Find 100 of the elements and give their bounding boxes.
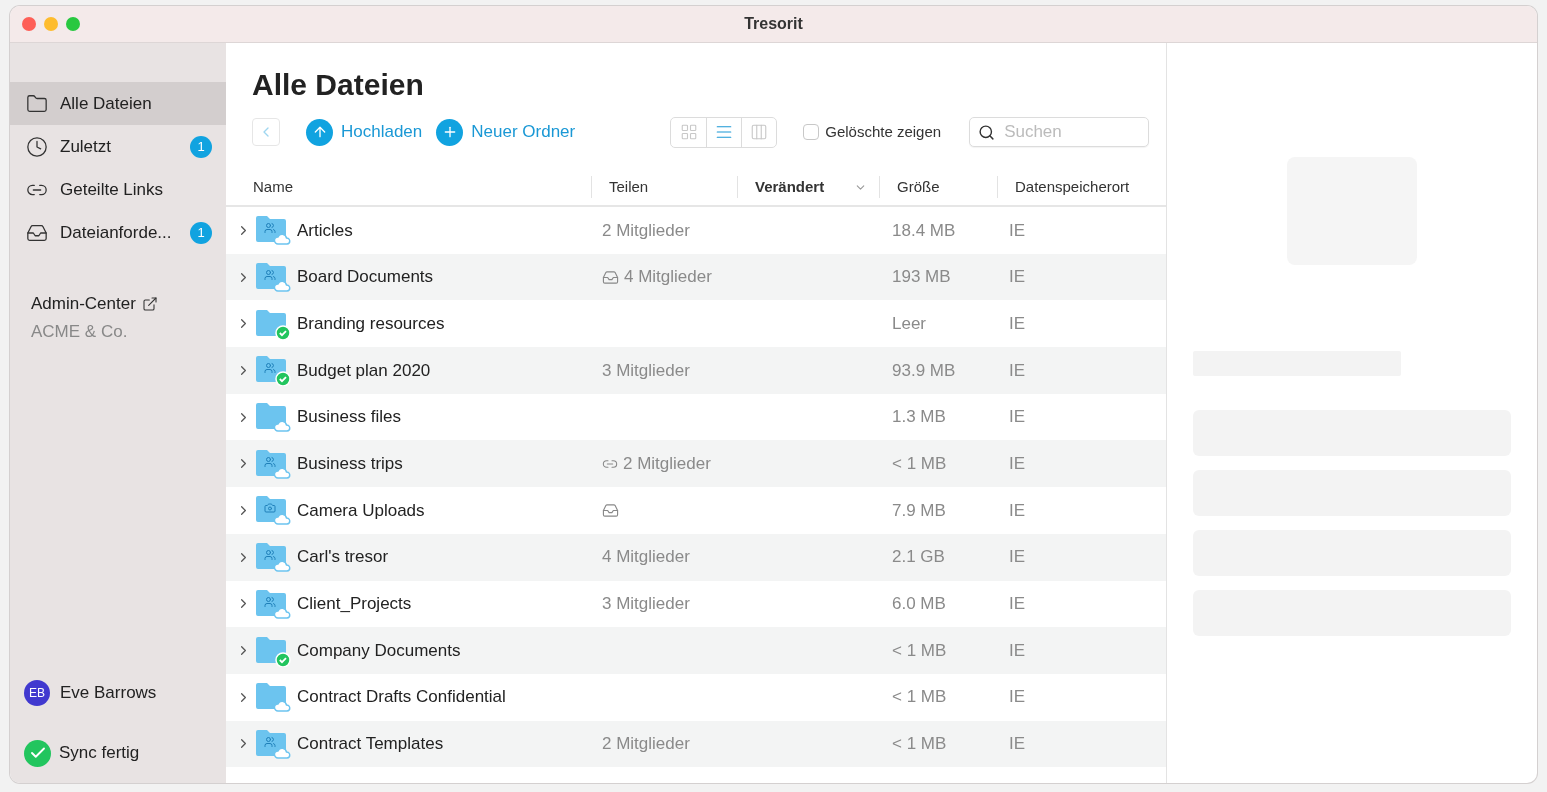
share-cell-text: 3 Mitglieder bbox=[602, 593, 690, 616]
sidebar-label: Geteilte Links bbox=[60, 178, 164, 201]
table-row[interactable]: Business trips 2 Mitglieder < 1 MB IE bbox=[226, 440, 1166, 488]
folder-name: Business trips bbox=[297, 453, 403, 476]
location-cell-text: IE bbox=[1008, 593, 1027, 616]
folder-icon bbox=[255, 634, 291, 667]
share-cell-text: 4 Mitglieder bbox=[624, 266, 712, 289]
size-cell-text: 1.3 MB bbox=[891, 406, 947, 429]
size-cell-text: 2.1 GB bbox=[891, 546, 946, 569]
folder-icon bbox=[255, 681, 291, 714]
size-cell-text: < 1 MB bbox=[891, 686, 948, 709]
admin-center-link[interactable]: Admin-Center bbox=[31, 291, 136, 317]
share-cell-text: 3 Mitglieder bbox=[602, 359, 690, 382]
arrow-up-icon bbox=[306, 118, 333, 146]
sidebar-label: Dateianforde... bbox=[60, 221, 173, 244]
column-header[interactable]: Name bbox=[253, 175, 293, 199]
folder-icon bbox=[255, 541, 291, 574]
folder-name: Articles bbox=[297, 219, 353, 242]
close-button[interactable] bbox=[22, 17, 36, 31]
share-cell-text: 2 Mitglieder bbox=[623, 453, 711, 476]
location-cell-text: IE bbox=[1008, 359, 1027, 382]
plus-icon bbox=[436, 118, 464, 146]
folder-icon bbox=[255, 447, 291, 480]
location-cell-text: IE bbox=[1008, 406, 1027, 429]
location-cell-text: IE bbox=[1008, 219, 1027, 242]
folder-name: Branding resources bbox=[297, 312, 445, 335]
sync-status: Sync fertig bbox=[59, 742, 140, 765]
table-row[interactable]: Contract Templates 2 Mitglieder < 1 MB IE bbox=[226, 720, 1166, 768]
checkbox-label: Gelöschte zeigen bbox=[825, 121, 942, 142]
size-cell-text: < 1 MB bbox=[891, 733, 948, 756]
folder-name: Client_Projects bbox=[297, 593, 412, 616]
grid-view-icon bbox=[679, 123, 698, 141]
window-title: Tresorit bbox=[744, 14, 803, 34]
folder-name: Business files bbox=[297, 406, 401, 429]
back-button[interactable] bbox=[252, 118, 280, 146]
external-link-icon bbox=[141, 295, 158, 312]
location-cell-text: IE bbox=[1008, 312, 1027, 335]
search-field[interactable]: Suchen bbox=[969, 117, 1150, 147]
folder-icon bbox=[26, 92, 48, 115]
size-cell-text: Leer bbox=[891, 312, 928, 335]
search-icon bbox=[978, 124, 996, 141]
column-header[interactable]: Größe bbox=[897, 175, 940, 199]
checkbox[interactable] bbox=[803, 124, 820, 140]
sidebar-item[interactable]: Dateianforde... 1 bbox=[10, 211, 226, 254]
folder-icon bbox=[255, 494, 291, 527]
size-cell-text: 6.0 MB bbox=[891, 593, 947, 616]
table-row[interactable]: Board Documents 4 Mitglieder 193 MB IE bbox=[226, 253, 1166, 301]
count-badge: 1 bbox=[190, 135, 212, 158]
size-cell-text: 7.9 MB bbox=[891, 499, 947, 522]
count-badge: 1 bbox=[190, 221, 212, 244]
inbox-icon bbox=[602, 268, 619, 286]
column-header[interactable]: Datenspeicherort bbox=[1015, 175, 1130, 199]
user-avatar: EB bbox=[24, 680, 50, 706]
maximize-button[interactable] bbox=[66, 17, 80, 31]
size-cell-text: 93.9 MB bbox=[891, 359, 957, 382]
folder-icon bbox=[255, 727, 291, 760]
company-name: ACME & Co. bbox=[30, 320, 129, 343]
column-header[interactable]: Verändert bbox=[755, 175, 825, 199]
sidebar-item[interactable]: Geteilte Links bbox=[10, 168, 226, 211]
share-cell-text: 4 Mitglieder bbox=[602, 546, 690, 569]
folder-name: Budget plan 2020 bbox=[297, 359, 431, 382]
sidebar-label: Zuletzt bbox=[60, 135, 113, 158]
location-cell-text: IE bbox=[1008, 499, 1027, 522]
page-title: Alle Dateien bbox=[251, 67, 425, 103]
location-cell-text: IE bbox=[1008, 266, 1027, 289]
location-cell-text: IE bbox=[1008, 733, 1027, 756]
sidebar-item[interactable]: Zuletzt 1 bbox=[10, 125, 226, 168]
size-cell-text: 193 MB bbox=[891, 266, 952, 289]
folder-icon bbox=[255, 307, 291, 340]
size-cell-text: < 1 MB bbox=[891, 639, 948, 662]
minimize-button[interactable] bbox=[44, 17, 58, 31]
folder-icon bbox=[255, 261, 291, 294]
folder-name: Board Documents bbox=[297, 266, 434, 289]
clock-icon bbox=[26, 135, 48, 158]
folder-name: Contract Templates bbox=[297, 733, 444, 756]
inbox-icon bbox=[602, 501, 619, 519]
folder-icon bbox=[255, 354, 291, 387]
folder-name: Contract Drafts Confidential bbox=[297, 686, 506, 709]
size-cell-text: 18.4 MB bbox=[891, 219, 957, 242]
columns-view-icon bbox=[750, 123, 769, 141]
list-view-icon bbox=[715, 123, 734, 141]
folder-icon bbox=[255, 214, 291, 247]
sidebar-label: Alle Dateien bbox=[60, 92, 153, 115]
folder-icon bbox=[255, 587, 291, 620]
column-header[interactable]: Teilen bbox=[609, 175, 649, 199]
sidebar-item[interactable]: Alle Dateien bbox=[10, 82, 226, 125]
table-row[interactable]: Company Documents < 1 MB IE bbox=[226, 627, 1166, 674]
table-row[interactable]: Carl's tresor 4 Mitglieder 2.1 GB IE bbox=[226, 533, 1166, 581]
size-cell-text: < 1 MB bbox=[891, 453, 948, 476]
folder-name: Camera Uploads bbox=[297, 499, 425, 522]
location-cell-text: IE bbox=[1008, 546, 1027, 569]
share-cell-text: 2 Mitglieder bbox=[602, 733, 690, 756]
location-cell-text: IE bbox=[1008, 453, 1027, 476]
share-cell-text: 2 Mitglieder bbox=[602, 219, 690, 242]
folder-name: Carl's tresor bbox=[297, 546, 389, 569]
folder-name: Company Documents bbox=[297, 639, 461, 662]
user-name[interactable]: Eve Barrows bbox=[60, 680, 157, 706]
sync-check-icon bbox=[24, 739, 51, 767]
location-cell-text: IE bbox=[1008, 686, 1027, 709]
table-row[interactable]: Budget plan 2020 3 Mitglieder 93.9 MB IE bbox=[226, 347, 1166, 394]
